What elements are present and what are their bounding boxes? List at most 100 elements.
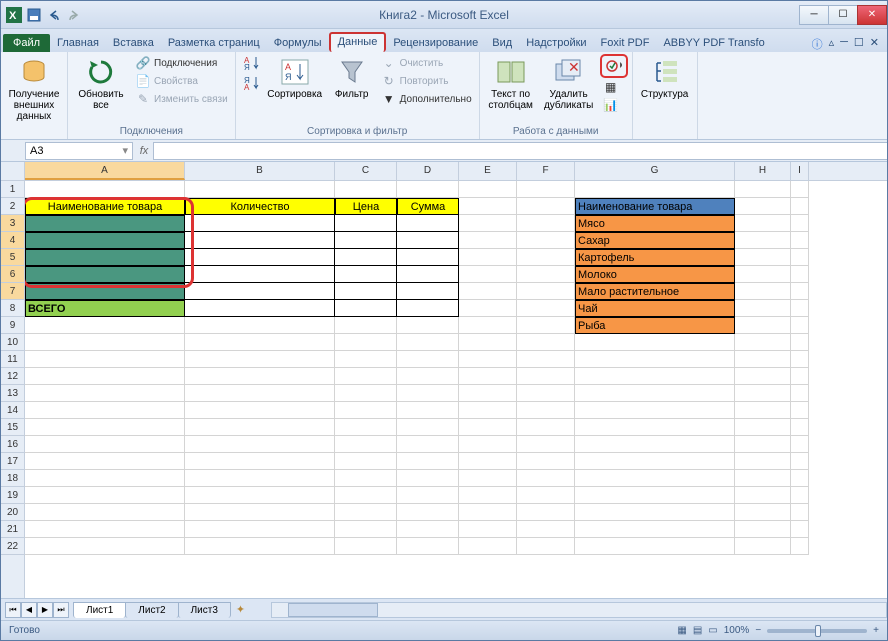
cell[interactable] [459, 249, 517, 266]
cell[interactable] [735, 351, 791, 368]
cell[interactable] [735, 402, 791, 419]
cell[interactable] [335, 317, 397, 334]
cell[interactable] [459, 402, 517, 419]
mdi-min-icon[interactable]: ─ [840, 36, 848, 52]
cell[interactable] [459, 283, 517, 300]
cell[interactable] [335, 487, 397, 504]
cell[interactable] [459, 300, 517, 317]
cell[interactable] [185, 436, 335, 453]
cell[interactable] [517, 521, 575, 538]
cell[interactable] [185, 317, 335, 334]
cell[interactable] [335, 402, 397, 419]
cell[interactable] [185, 368, 335, 385]
sheet-tab[interactable]: Лист1 [73, 602, 126, 618]
cell[interactable] [25, 419, 185, 436]
cell[interactable] [185, 521, 335, 538]
maximize-button[interactable]: ☐ [828, 5, 858, 25]
row-header[interactable]: 13 [1, 385, 24, 402]
cell[interactable] [735, 283, 791, 300]
row-header[interactable]: 9 [1, 317, 24, 334]
data-validation-button[interactable] [603, 57, 625, 75]
cell[interactable] [25, 283, 185, 300]
cell[interactable] [575, 487, 735, 504]
cell[interactable] [575, 470, 735, 487]
cell[interactable] [25, 538, 185, 555]
cell[interactable] [185, 283, 335, 300]
filter-button[interactable]: Фильтр [328, 54, 376, 100]
ribbon-tab-4[interactable]: Данные [329, 32, 387, 52]
cell[interactable] [735, 181, 791, 198]
cell[interactable] [25, 266, 185, 283]
cell[interactable]: Наименование товара [25, 198, 185, 215]
ribbon-tab-5[interactable]: Рецензирование [386, 34, 485, 52]
clear-filter-button[interactable]: ⌄Очистить [378, 54, 475, 72]
edit-links-button[interactable]: ✎Изменить связи [132, 90, 231, 108]
sheet-tab[interactable]: Лист3 [178, 602, 231, 618]
cell[interactable] [335, 266, 397, 283]
cell[interactable] [459, 266, 517, 283]
cell[interactable] [575, 436, 735, 453]
cell[interactable] [25, 317, 185, 334]
cell[interactable] [735, 470, 791, 487]
cell[interactable] [185, 232, 335, 249]
mdi-restore-icon[interactable]: ☐ [854, 36, 864, 52]
cell[interactable] [517, 402, 575, 419]
cell[interactable] [517, 317, 575, 334]
cell[interactable] [397, 368, 459, 385]
cell[interactable] [185, 487, 335, 504]
cell[interactable] [735, 300, 791, 317]
cell[interactable] [791, 504, 809, 521]
cell[interactable] [185, 470, 335, 487]
cell[interactable] [25, 402, 185, 419]
cell[interactable]: Чай [575, 300, 735, 317]
cell[interactable] [517, 487, 575, 504]
cell[interactable] [517, 198, 575, 215]
cell[interactable] [459, 351, 517, 368]
col-header[interactable]: G [575, 162, 735, 180]
cell[interactable] [791, 317, 809, 334]
ribbon-tab-7[interactable]: Надстройки [519, 34, 593, 52]
cell[interactable] [459, 436, 517, 453]
row-header[interactable]: 22 [1, 538, 24, 555]
cell[interactable] [517, 504, 575, 521]
horizontal-scrollbar[interactable] [271, 602, 887, 618]
cell[interactable] [459, 538, 517, 555]
cell[interactable] [397, 317, 459, 334]
cell[interactable] [791, 300, 809, 317]
cell[interactable] [791, 470, 809, 487]
cell[interactable] [335, 334, 397, 351]
col-header[interactable]: C [335, 162, 397, 180]
cell[interactable] [185, 538, 335, 555]
cell[interactable] [397, 419, 459, 436]
cell[interactable] [335, 521, 397, 538]
cell[interactable] [517, 419, 575, 436]
cell[interactable] [791, 419, 809, 436]
cell[interactable] [517, 283, 575, 300]
cell[interactable] [791, 487, 809, 504]
cell[interactable] [397, 232, 459, 249]
col-header[interactable]: A [25, 162, 185, 180]
cell[interactable] [517, 470, 575, 487]
cell[interactable] [25, 521, 185, 538]
minimize-ribbon-icon[interactable]: ▵ [829, 36, 835, 52]
cell[interactable] [397, 385, 459, 402]
cell[interactable] [335, 368, 397, 385]
cell[interactable] [735, 368, 791, 385]
cell[interactable] [517, 538, 575, 555]
row-header[interactable]: 11 [1, 351, 24, 368]
select-all-corner[interactable] [1, 162, 24, 181]
ribbon-tab-0[interactable]: Главная [50, 34, 106, 52]
outline-button[interactable]: Структура [637, 54, 693, 100]
cell[interactable] [735, 504, 791, 521]
cell[interactable] [575, 334, 735, 351]
ribbon-tab-6[interactable]: Вид [485, 34, 519, 52]
cell[interactable] [735, 521, 791, 538]
cell[interactable] [575, 504, 735, 521]
cell[interactable]: Наименование товара [575, 198, 735, 215]
col-header[interactable]: H [735, 162, 791, 180]
minimize-button[interactable]: ─ [799, 5, 829, 25]
view-normal-icon[interactable]: ▦ [677, 625, 686, 636]
row-header[interactable]: 8 [1, 300, 24, 317]
cell[interactable] [25, 487, 185, 504]
cell[interactable] [791, 453, 809, 470]
